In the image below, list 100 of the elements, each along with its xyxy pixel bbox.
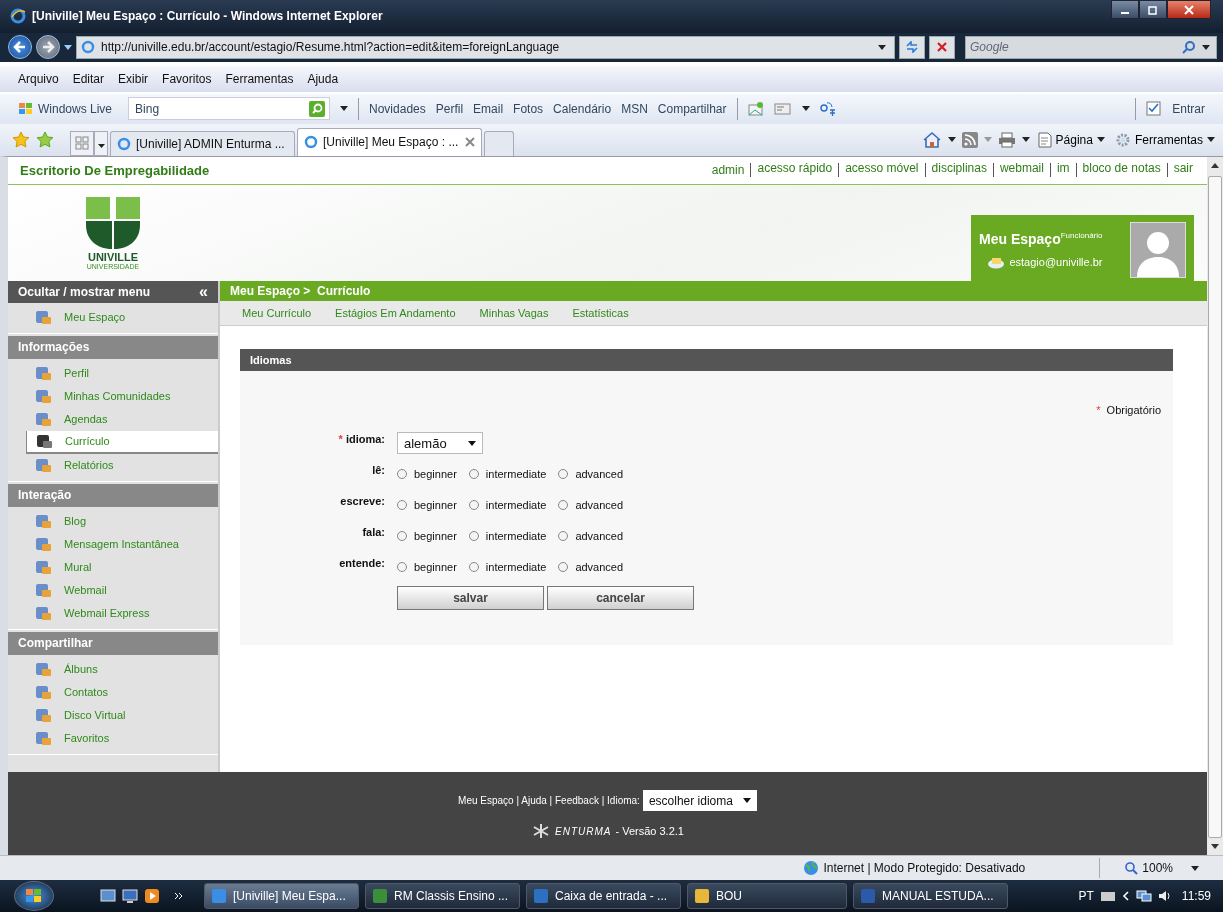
security-zone[interactable]: Internet | Modo Protegido: Desativado [823,861,1026,876]
speaker-icon[interactable] [1157,889,1172,903]
radio-button[interactable] [558,531,569,542]
radio-button[interactable] [468,562,479,573]
radio-label[interactable]: advanced [575,468,624,481]
printer-icon[interactable] [997,131,1016,148]
search-icon[interactable] [1182,40,1196,55]
taskbar-button[interactable]: [Univille] Meu Espa... [204,883,359,909]
refresh-button[interactable] [899,35,925,59]
sidebar-item[interactable]: Meu Espaço [8,305,218,329]
menu-item[interactable]: Editar [72,71,105,86]
restore-button[interactable] [1139,0,1167,19]
card-icon[interactable] [773,101,792,116]
radio-button[interactable] [468,469,479,480]
radio-label[interactable]: advanced [575,530,624,543]
browser-tab[interactable]: [Univille] Meu Espaço : ... [297,127,482,156]
radio-label[interactable]: advanced [575,499,624,512]
favorites-star-icon[interactable] [12,130,30,149]
dropdown-arrow-icon[interactable] [64,44,72,50]
command-menu-button[interactable]: Página [1035,131,1107,148]
header-link[interactable]: disciplinas [924,163,987,178]
radio-button[interactable] [558,562,569,573]
stop-button[interactable] [929,35,955,59]
start-button[interactable] [14,881,54,911]
sidebar-item[interactable]: Perfil [8,361,218,385]
dropdown-arrow-icon[interactable] [878,44,886,50]
translate-icon[interactable] [819,100,836,117]
dropdown-arrow-icon[interactable] [340,106,349,112]
sign-in-link[interactable]: Entrar [1172,101,1205,116]
menu-item[interactable]: Favoritos [162,71,212,86]
radio-label[interactable]: beginner [414,468,457,481]
dropdown-arrow-icon[interactable] [801,106,810,112]
radio-label[interactable]: intermediate [485,499,547,512]
radio-label[interactable]: intermediate [485,468,547,481]
collapse-icon[interactable]: « [199,282,208,301]
radio-label[interactable]: beginner [414,499,457,512]
radio-button[interactable] [397,531,407,542]
radio-button[interactable] [558,469,569,480]
menu-toggle-bar[interactable]: Ocultar / mostrar menu « [8,280,218,303]
sidebar-item[interactable]: Agendas [8,407,218,431]
radio-label[interactable]: intermediate [485,530,547,543]
form-button[interactable]: cancelar [547,586,694,611]
forward-button[interactable] [36,35,60,60]
sidebar-item[interactable]: Contatos [8,680,218,704]
toolbar-link[interactable]: Calendário [553,101,612,116]
feed-icon[interactable] [961,131,978,148]
subnav-link[interactable]: Minhas Vagas [479,306,549,319]
sidebar-item[interactable]: Mural [8,555,218,579]
dropdown-arrow-icon[interactable] [1202,44,1210,50]
toolbar-link[interactable]: Compartilhar [657,101,727,116]
radio-button[interactable] [397,500,407,511]
back-button[interactable] [8,35,32,60]
header-link[interactable]: webmail [992,163,1044,178]
radio-button[interactable] [468,500,479,511]
photo-mail-icon[interactable] [747,100,764,117]
form-button[interactable]: salvar [397,586,544,611]
dropdown-arrow-icon[interactable] [1191,865,1199,871]
close-tab-icon[interactable] [465,137,475,148]
taskbar-button[interactable]: RM Classis Ensino ... [365,883,520,909]
toolbar-link[interactable]: Perfil [435,101,464,116]
media-player-icon[interactable] [144,888,160,904]
add-favorite-icon[interactable] [36,130,54,149]
command-menu-button[interactable]: Ferramentas [1112,131,1217,148]
bing-search-field[interactable]: Bing [128,97,331,121]
input-language[interactable]: PT [1078,889,1094,903]
menu-item-icon[interactable] [35,433,53,450]
new-tab-button[interactable] [484,130,514,156]
clock[interactable]: 11:59 [1181,889,1211,903]
network-icon[interactable] [1135,889,1152,903]
toolbar-link[interactable]: Novidades [369,101,426,116]
overflow-chevron-icon[interactable] [174,892,184,900]
language-select[interactable]: alemão [397,432,483,455]
close-button[interactable] [1167,0,1211,19]
sidebar-item[interactable]: Favoritos [8,726,218,750]
header-link[interactable]: acesso móvel [838,163,919,178]
header-link[interactable]: bloco de notas [1075,163,1161,178]
sidebar-item[interactable]: Relatórios [8,453,218,477]
menu-item[interactable]: Ferramentas [225,71,294,86]
desktop-icon[interactable] [100,888,116,904]
header-link[interactable]: admin [711,163,745,178]
header-link[interactable]: im [1049,163,1070,178]
sidebar-item[interactable]: Minhas Comunidades [8,384,218,408]
checkbox-icon[interactable] [1146,101,1163,117]
keyboard-icon[interactable] [1099,890,1116,902]
sidebar-item[interactable]: Mensagem Instantânea [8,532,218,556]
sidebar-item[interactable]: Webmail Express [8,601,218,625]
header-link[interactable]: acesso rápido [750,163,833,178]
subnav-link[interactable]: Meu Currículo [242,306,312,319]
address-field[interactable]: http://univille.edu.br/account/estagio/Resume.html?action=edit&item=foreignLanguage [76,35,895,59]
home-icon[interactable] [921,130,942,149]
show-hidden-icons-chevron-icon[interactable] [1121,891,1130,901]
subnav-link[interactable]: Estágios Em Andamento [335,306,456,319]
toolbar-link[interactable]: Fotos [513,101,544,116]
menu-item[interactable]: Exibir [118,71,149,86]
monitor-icon[interactable] [122,888,138,904]
radio-button[interactable] [397,469,407,480]
toolbar-link[interactable]: Email [473,101,504,116]
scroll-up-icon[interactable] [1211,162,1219,168]
radio-label[interactable]: beginner [414,530,457,543]
toolbar-brand[interactable]: Windows Live [38,101,113,116]
